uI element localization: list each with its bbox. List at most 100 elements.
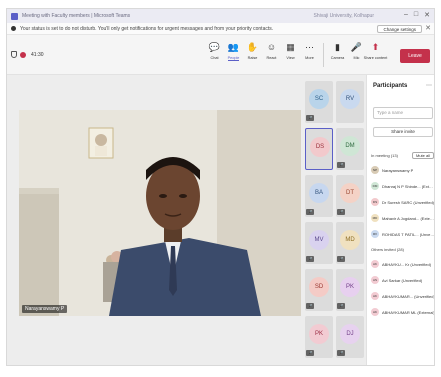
people-button[interactable]: 👥 People	[225, 41, 242, 67]
mic-icon: 🎤	[350, 42, 363, 52]
shield-icon[interactable]	[11, 51, 17, 58]
react-icon: ☺	[266, 42, 277, 52]
avatar: AK	[371, 260, 379, 268]
people-icon: 👥	[227, 42, 240, 52]
participant-search-input[interactable]: Type a name	[373, 107, 433, 119]
avatar: NP	[371, 166, 379, 174]
chat-icon: 💬	[208, 42, 221, 52]
toolbar-divider	[323, 43, 324, 67]
participant-name: Narayanswamy P	[382, 167, 414, 173]
participant-name: Avi Sarkar (Unverified)	[382, 277, 423, 283]
list-item[interactable]: NP Narayanswamy P	[371, 163, 434, 177]
avatar: RV	[371, 230, 379, 238]
status-notification-bar: Your status is set to do not disturb. Yo…	[7, 23, 434, 35]
change-settings-button[interactable]: Change settings	[377, 25, 422, 33]
avatar: MD	[371, 214, 379, 222]
more-icon: ⋯	[305, 42, 314, 52]
participant-tile[interactable]: MD 🎤	[336, 222, 364, 264]
window-title: Meeting with Faculty members | Microsoft…	[22, 13, 131, 19]
participant-tile[interactable]: SD 🎤	[305, 269, 333, 311]
more-label: More	[305, 56, 314, 60]
chat-button[interactable]: 💬 Chat	[206, 41, 223, 67]
avatar: SC	[309, 89, 329, 109]
list-item[interactable]: AS Avi Sarkar (Unverified)	[371, 273, 434, 287]
participant-tile[interactable]: DJ 🎤	[336, 316, 364, 358]
recording-icon	[20, 51, 26, 58]
maximize-button[interactable]: □	[414, 11, 418, 19]
notification-text: Your status is set to do not disturb. Yo…	[20, 25, 274, 32]
meeting-toolbar: 41:30 💬 Chat 👥 People ✋ Raise ☺ React ▦ …	[7, 35, 434, 75]
in-meeting-header[interactable]: In meeting (13)	[371, 153, 398, 158]
camera-button[interactable]: ▮ Camera	[329, 41, 346, 67]
camera-icon: ▮	[335, 42, 340, 52]
participant-tile[interactable]: PK 🎤	[305, 316, 333, 358]
list-item[interactable]: RV ROHIDAS T PATIL... (Unverified)	[371, 227, 435, 241]
info-icon	[11, 26, 16, 31]
view-label: View	[286, 56, 295, 60]
others-invited-header[interactable]: Others invited (28)	[371, 247, 404, 252]
title-bar: Meeting with Faculty members | Microsoft…	[7, 9, 434, 23]
mic-muted-icon: 🎤	[337, 209, 346, 215]
participant-tile[interactable]: SC 🎤	[305, 81, 333, 123]
participant-tile[interactable]: DT 🎤	[336, 175, 364, 217]
panel-title: Participants	[373, 83, 408, 89]
avatar: DS	[371, 198, 379, 206]
meeting-timer: 41:30	[31, 51, 44, 58]
speaker-video-image	[19, 110, 301, 316]
participant-name: Dhanraj N P Shinde... (External)	[382, 183, 435, 189]
list-item[interactable]: AK ABHAYKU... Kr (Unverified)	[371, 257, 434, 271]
list-item[interactable]: AK ABHAYKUMAR ML (External)	[371, 305, 435, 319]
mic-muted-icon: 🎤	[306, 303, 315, 309]
avatar: DS	[310, 137, 330, 157]
view-button[interactable]: ▦ View	[282, 41, 299, 67]
close-window-button[interactable]: ✕	[424, 11, 430, 19]
mic-muted-icon: 🎤	[337, 350, 346, 356]
participant-tile[interactable]: DS	[305, 128, 333, 170]
participant-tile[interactable]: PK 🎤	[336, 269, 364, 311]
avatar: AS	[371, 276, 379, 284]
toolbar-controls: 💬 Chat 👥 People ✋ Raise ☺ React ▦ View ⋯	[206, 41, 388, 67]
avatar: MD	[340, 230, 360, 250]
raise-label: Raise	[247, 56, 258, 60]
close-notification-icon[interactable]: ✕	[425, 24, 431, 32]
share-label: Share content	[363, 56, 388, 60]
share-invite-button[interactable]: Share invite	[373, 127, 433, 137]
main-video[interactable]: Narayanswamy P	[19, 110, 301, 316]
panel-more-icon[interactable]: ⋯	[426, 82, 432, 89]
list-item[interactable]: DM Dhanraj N P Shinde... (External)	[371, 179, 435, 193]
avatar: RV	[340, 89, 360, 109]
participant-tile[interactable]: RV	[336, 81, 364, 123]
list-item[interactable]: AK ABHAYKUMAR... (Unverified)	[371, 289, 434, 303]
participant-tile[interactable]: BA 🎤	[305, 175, 333, 217]
participant-tile[interactable]: MV 🎤	[305, 222, 333, 264]
participant-name: ROHIDAS T PATIL... (Unverified)	[382, 231, 435, 237]
avatar: PK	[340, 277, 360, 297]
leave-button[interactable]: Leave	[400, 49, 430, 63]
mic-muted-icon: 🎤	[306, 209, 315, 215]
more-button[interactable]: ⋯ More	[301, 41, 318, 67]
avatar: DT	[340, 183, 360, 203]
raise-hand-button[interactable]: ✋ Raise	[244, 41, 261, 67]
meeting-stage: Narayanswamy P SC 🎤 RV DS DM 🎤 BA 🎤 DT 🎤…	[7, 75, 366, 365]
meeting-info: 41:30	[11, 51, 44, 58]
participant-name: ABHAYKUMAR ML (External)	[382, 309, 435, 315]
view-icon: ▦	[286, 42, 295, 52]
list-item[interactable]: MD Mahavir A Jogdand... (External) Organ…	[371, 211, 434, 225]
share-icon: ⬆	[371, 42, 380, 52]
window-controls: – □ ✕	[404, 11, 430, 19]
mute-all-button[interactable]: Mute all	[411, 152, 434, 159]
mic-button[interactable]: 🎤 Mic	[348, 41, 365, 67]
react-button[interactable]: ☺ React	[263, 41, 280, 67]
participant-tile[interactable]: DM 🎤	[336, 128, 364, 170]
avatar: AK	[371, 308, 379, 316]
participant-name: Dr Suresh SARC (Unverified)	[382, 199, 435, 205]
participant-name: Mahavir A Jogdand... (External) Organize…	[382, 215, 434, 221]
minimize-button[interactable]: –	[404, 11, 408, 19]
chat-label: Chat	[210, 56, 219, 60]
participant-name: ABHAYKU... Kr (Unverified)	[382, 261, 432, 267]
list-item[interactable]: DS Dr Suresh SARC (Unverified)	[371, 195, 435, 209]
camera-label: Camera	[330, 56, 345, 60]
avatar: DJ	[340, 324, 360, 344]
avatar: PK	[309, 324, 329, 344]
share-content-button[interactable]: ⬆ Share content	[364, 41, 388, 67]
